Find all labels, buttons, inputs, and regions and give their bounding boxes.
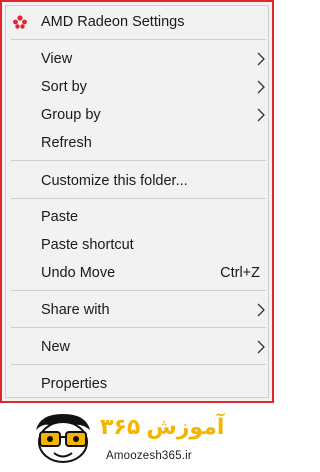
chevron-right-icon bbox=[257, 340, 265, 354]
context-menu: AMD Radeon Settings View Sort by Group b… bbox=[0, 0, 274, 403]
menu-item-refresh[interactable]: Refresh bbox=[2, 129, 272, 157]
page: AMD Radeon Settings View Sort by Group b… bbox=[0, 0, 278, 472]
menu-item-label: Paste bbox=[41, 209, 79, 225]
menu-item-label: Refresh bbox=[41, 135, 92, 151]
menu-item-label: Share with bbox=[41, 302, 110, 318]
menu-item-new[interactable]: New bbox=[2, 333, 272, 361]
menu-item-label: Sort by bbox=[41, 79, 87, 95]
menu-item-label: AMD Radeon Settings bbox=[41, 14, 185, 30]
menu-item-label: Undo Move bbox=[41, 265, 116, 281]
menu-item-paste[interactable]: Paste bbox=[2, 203, 272, 231]
menu-item-undo-move[interactable]: Undo Move Ctrl+Z bbox=[2, 259, 272, 287]
menu-item-properties[interactable]: Properties bbox=[2, 370, 272, 398]
separator bbox=[11, 327, 266, 328]
menu-item-label: Customize this folder... bbox=[41, 173, 188, 189]
menu-item-label: View bbox=[41, 51, 73, 67]
amd-radeon-icon bbox=[13, 15, 27, 29]
separator bbox=[11, 290, 266, 291]
menu-item-customize-folder[interactable]: Customize this folder... bbox=[2, 167, 272, 195]
watermark-brand: آموزش ۳۶۵ bbox=[100, 414, 225, 439]
chevron-right-icon bbox=[257, 80, 265, 94]
menu-item-paste-shortcut[interactable]: Paste shortcut bbox=[2, 231, 272, 259]
cartoon-face-icon bbox=[36, 414, 90, 463]
chevron-right-icon bbox=[257, 52, 265, 66]
menu-item-label: Group by bbox=[41, 107, 101, 123]
watermark-logo: آموزش ۳۶۵ Amoozesh365.ir bbox=[0, 404, 278, 472]
menu-item-sort-by[interactable]: Sort by bbox=[2, 73, 272, 101]
menu-item-label: Properties bbox=[41, 376, 108, 392]
watermark-site: Amoozesh365.ir bbox=[106, 450, 192, 462]
menu-item-label: New bbox=[41, 339, 71, 355]
menu-item-view[interactable]: View bbox=[2, 45, 272, 73]
menu-item-amd-radeon-settings[interactable]: AMD Radeon Settings bbox=[2, 8, 272, 36]
separator bbox=[11, 198, 266, 199]
menu-item-label: Paste shortcut bbox=[41, 237, 134, 253]
chevron-right-icon bbox=[257, 108, 265, 122]
separator bbox=[11, 160, 266, 161]
menu-item-shortcut: Ctrl+Z bbox=[220, 265, 260, 281]
separator bbox=[11, 39, 266, 40]
separator bbox=[11, 364, 266, 365]
chevron-right-icon bbox=[257, 303, 265, 317]
menu-item-group-by[interactable]: Group by bbox=[2, 101, 272, 129]
menu-item-share-with[interactable]: Share with bbox=[2, 296, 272, 324]
